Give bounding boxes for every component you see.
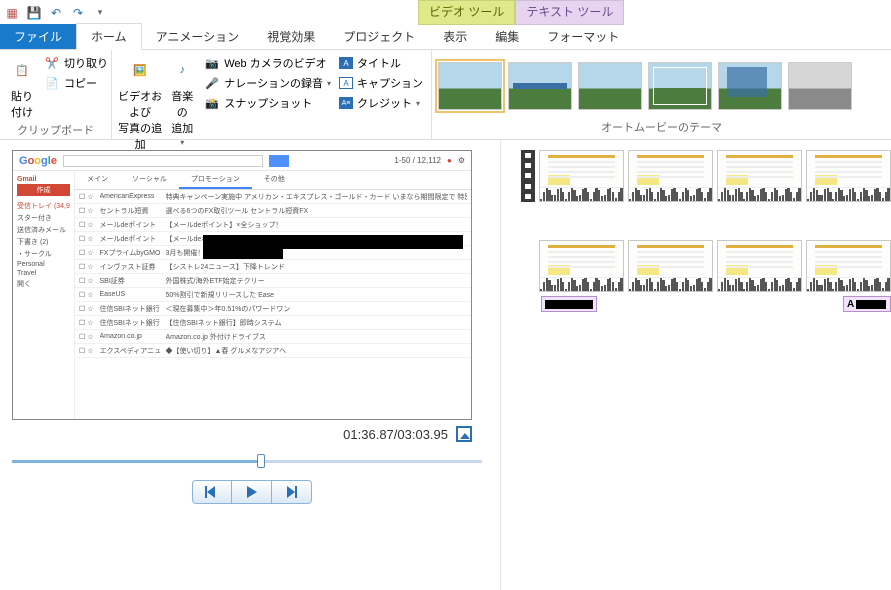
prev-frame-button[interactable] (192, 480, 232, 504)
text-track: A (501, 296, 891, 312)
add-music-button[interactable]: ♪ 音楽の 追加 ▾ (166, 54, 198, 152)
tab-file[interactable]: ファイル (0, 24, 76, 49)
video-clip[interactable] (806, 240, 891, 292)
tab-edit[interactable]: 編集 (481, 24, 533, 49)
contextual-tools: ビデオ ツール テキスト ツール (418, 0, 624, 25)
list-item: ☐ ☆住信SBIネット銀行＜現在募集中＞年0.51%のパワードワン (75, 302, 471, 316)
video-clip[interactable] (539, 240, 624, 292)
seek-thumb[interactable] (257, 454, 265, 468)
clip-row (501, 240, 891, 292)
caption-icon: A (339, 77, 353, 89)
search-input (63, 155, 263, 167)
title-button[interactable]: Aタイトル (337, 54, 425, 72)
timeline-pane[interactable]: A (500, 140, 891, 590)
group-clipboard: 📋 貼り 付け ✂️切り取り 📄コピー クリップボード (0, 50, 112, 139)
theme-thumb[interactable] (578, 62, 642, 110)
list-item: ☐ ☆AmericanExpress特典キャンペーン実施中 アメリカン・エキスプ… (75, 190, 471, 204)
video-clip[interactable] (717, 240, 802, 292)
theme-thumb[interactable] (718, 62, 782, 110)
redaction-bar (203, 235, 463, 249)
video-tools-context[interactable]: ビデオ ツール (418, 0, 515, 25)
video-clip[interactable] (628, 150, 713, 202)
save-icon[interactable]: 💾 (26, 5, 42, 21)
scissors-icon: ✂️ (44, 55, 60, 71)
list-item: ☐ ☆住信SBIネット銀行【住信SBIネット銀行】即時システム (75, 316, 471, 330)
webcam-button[interactable]: 📷Web カメラのビデオ (202, 54, 333, 72)
ribbon: 📋 貼り 付け ✂️切り取り 📄コピー クリップボード 🖼️ ビデオおよび 写真… (0, 50, 891, 140)
redo-icon[interactable]: ↷ (70, 5, 86, 21)
play-button[interactable] (232, 480, 272, 504)
timecode: 01:36.87/03:03.95 (343, 427, 448, 442)
theme-thumb[interactable] (788, 62, 852, 110)
list-item: ☐ ☆メールdeポイント【メールdeポイント】×全ショップ！ (75, 218, 471, 232)
text-tools-context[interactable]: テキスト ツール (515, 0, 624, 25)
tab-home[interactable]: ホーム (76, 23, 142, 50)
music-icon: ♪ (166, 54, 198, 86)
text-clip[interactable] (541, 296, 597, 312)
app-icon: ▦ (4, 5, 20, 21)
copy-button[interactable]: 📄コピー (42, 74, 110, 92)
workspace: Google 1-50 / 12,112 ● ⚙ Gmail 作成 受信トレイ … (0, 140, 891, 590)
clip-row (501, 150, 891, 202)
microphone-icon: 🎤 (204, 75, 220, 91)
caption-button[interactable]: Aキャプション (337, 74, 425, 92)
tab-view[interactable]: 表示 (429, 24, 481, 49)
media-icon: 🖼️ (124, 54, 156, 86)
snapshot-button[interactable]: 📸スナップショット (202, 94, 333, 112)
fullscreen-icon[interactable] (456, 426, 472, 442)
gmail-sidebar: Gmail 作成 受信トレイ (34,970) スター付き 送信済みメール 下書… (13, 171, 75, 419)
quick-access-toolbar: ▦ 💾 ↶ ↷ ▾ (4, 5, 108, 21)
list-item: ☐ ☆SBI証券外国株式/海外ETF始定テクリー (75, 274, 471, 288)
theme-thumb[interactable] (508, 62, 572, 110)
video-clip[interactable] (717, 150, 802, 202)
seek-bar[interactable] (12, 452, 482, 470)
video-clip[interactable] (539, 150, 624, 202)
theme-thumb[interactable] (438, 62, 502, 110)
ribbon-tabs: ファイル ホーム アニメーション 視覚効果 プロジェクト 表示 編集 フォーマッ… (0, 25, 891, 50)
timecode-row: 01:36.87/03:03.95 (12, 420, 492, 446)
theme-thumb[interactable] (648, 62, 712, 110)
snapshot-icon: 📸 (204, 95, 220, 111)
tab-format[interactable]: フォーマット (533, 24, 633, 49)
video-clip[interactable] (806, 150, 891, 202)
tab-animation[interactable]: アニメーション (142, 24, 254, 49)
search-button-icon (269, 155, 289, 167)
film-edge-icon (521, 150, 535, 202)
list-item: ☐ ☆Amazon.co.jpAmazon.co.jp 外付けドライブス (75, 330, 471, 344)
transport-controls (12, 480, 492, 504)
video-clip[interactable] (628, 240, 713, 292)
group-label: オートムービーのテーマ (438, 117, 885, 135)
next-frame-button[interactable] (272, 480, 312, 504)
preview-pane: Google 1-50 / 12,112 ● ⚙ Gmail 作成 受信トレイ … (0, 140, 500, 590)
text-clip[interactable]: A (843, 296, 891, 312)
add-media-button[interactable]: 🖼️ ビデオおよび 写真の追加 (118, 54, 162, 152)
credit-button[interactable]: A≡クレジット ▾ (337, 94, 425, 112)
compose-button: 作成 (17, 184, 70, 196)
tab-visual-effects[interactable]: 視覚効果 (253, 24, 329, 49)
title-icon: A (339, 57, 353, 69)
qat-dropdown-icon[interactable]: ▾ (92, 5, 108, 21)
gmail-count: 1-50 / 12,112 (394, 156, 441, 165)
list-item: ☐ ☆インヴァスト証券【シストレ24】【シストレ24ニュース】下降トレンド (75, 260, 471, 274)
group-automovie-themes: オートムービーのテーマ (432, 50, 891, 139)
preview-video[interactable]: Google 1-50 / 12,112 ● ⚙ Gmail 作成 受信トレイ … (12, 150, 472, 420)
redaction-bar (203, 249, 283, 259)
gmail-list: メイン ソーシャル プロモーション その他 ☐ ☆AmericanExpress… (75, 171, 471, 419)
tab-project[interactable]: プロジェクト (329, 24, 429, 49)
paste-icon: 📋 (6, 54, 38, 86)
list-item: ☐ ☆エクスペディアニュースレター◆【使い切り】▲春 グルメなアジアへ (75, 344, 471, 358)
cut-button[interactable]: ✂️切り取り (42, 54, 110, 72)
list-item: ☐ ☆EaseUS50%割引で新規リリースした Ease (75, 288, 471, 302)
gmail-screenshot: Google 1-50 / 12,112 ● ⚙ Gmail 作成 受信トレイ … (13, 151, 471, 419)
narration-button[interactable]: 🎤ナレーションの録音 ▾ (202, 74, 333, 92)
paste-button[interactable]: 📋 貼り 付け (6, 54, 38, 120)
credit-icon: A≡ (339, 97, 353, 109)
google-logo: Google (19, 155, 57, 167)
list-item: ☐ ☆セントラル短資選べる6つのFX取引ツール セントラル短資FX (75, 204, 471, 218)
group-label: クリップボード (6, 120, 105, 138)
undo-icon[interactable]: ↶ (48, 5, 64, 21)
group-add: 🖼️ ビデオおよび 写真の追加 ♪ 音楽の 追加 ▾ 📷Web カメラのビデオ … (112, 50, 432, 139)
webcam-icon: 📷 (204, 55, 220, 71)
copy-icon: 📄 (44, 75, 60, 91)
